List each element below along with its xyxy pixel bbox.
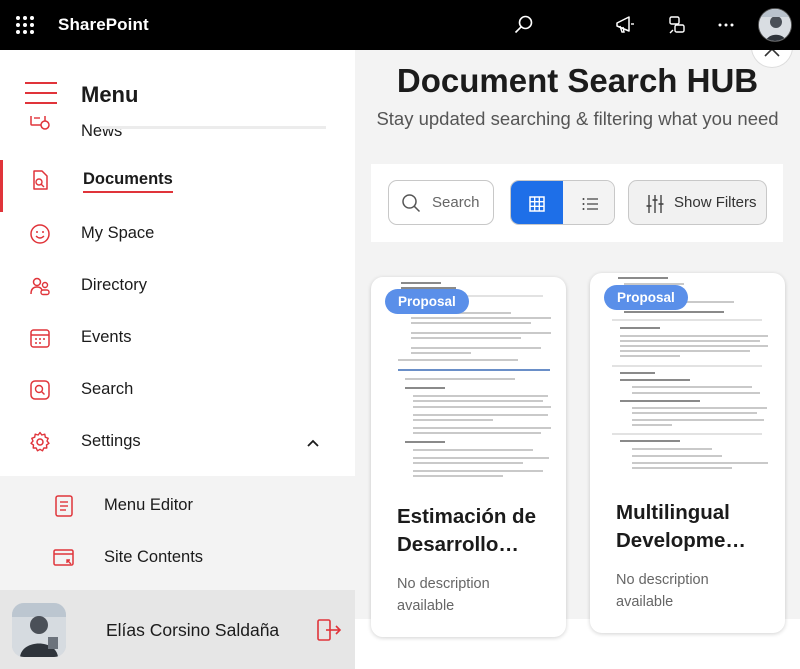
document-description: No description available bbox=[616, 572, 709, 610]
search-icon bbox=[402, 194, 421, 213]
documents-search-icon bbox=[33, 170, 48, 190]
list-icon bbox=[582, 197, 598, 210]
nav-item-events[interactable]: Events bbox=[0, 314, 355, 364]
brand-name[interactable]: SharePoint bbox=[58, 15, 149, 35]
megaphone-icon[interactable] bbox=[612, 12, 638, 38]
news-icon bbox=[30, 116, 50, 130]
search-icon bbox=[30, 380, 50, 400]
divider bbox=[100, 126, 326, 129]
app-launcher-icon[interactable] bbox=[16, 16, 34, 34]
people-icon bbox=[30, 277, 50, 296]
document-type-badge: Proposal bbox=[385, 289, 469, 314]
nav-item-label: My Space bbox=[81, 224, 155, 242]
view-toggle bbox=[510, 180, 615, 225]
calendar-icon bbox=[30, 329, 50, 348]
nav-item-directory[interactable]: Directory bbox=[0, 262, 355, 312]
document-card[interactable]: Proposal Multilingual Developme… No desc… bbox=[590, 273, 785, 633]
nav-item-label: Settings bbox=[81, 432, 141, 450]
nav-item-label: Directory bbox=[81, 276, 148, 294]
active-indicator bbox=[0, 160, 3, 212]
search-placeholder: Search bbox=[432, 194, 480, 211]
submenu-item-label: Menu Editor bbox=[104, 496, 193, 514]
page-subtitle: Stay updated searching & filtering what … bbox=[376, 108, 779, 129]
search-toolbar: Search Show Filters bbox=[371, 164, 783, 242]
main-content: Document Search HUB Stay updated searchi… bbox=[355, 50, 800, 669]
chevron-up-icon[interactable] bbox=[306, 438, 320, 448]
submenu-item-menu-editor[interactable]: Menu Editor bbox=[0, 482, 355, 532]
list-view-button[interactable] bbox=[563, 181, 614, 224]
settings-submenu: Menu Editor Site Contents bbox=[0, 476, 355, 590]
sign-out-icon[interactable] bbox=[316, 617, 342, 643]
top-bar: SharePoint bbox=[0, 0, 800, 50]
nav-item-label: Events bbox=[81, 328, 132, 346]
chevron-up-icon bbox=[764, 50, 780, 57]
document-description: No description available bbox=[397, 576, 490, 614]
document-edit-icon bbox=[55, 495, 73, 517]
grid-view-button[interactable] bbox=[511, 181, 563, 224]
page-title: Document Search HUB bbox=[396, 62, 759, 99]
menu-toggle-icon[interactable] bbox=[25, 82, 57, 104]
feedback-icon[interactable] bbox=[664, 12, 690, 38]
site-contents-icon bbox=[53, 549, 74, 566]
user-name: Elías Corsino Saldaña bbox=[106, 620, 280, 640]
more-icon[interactable] bbox=[713, 12, 739, 38]
nav-item-label: Documents bbox=[83, 170, 173, 193]
user-profile-bar: Elías Corsino Saldaña bbox=[0, 590, 355, 669]
user-avatar[interactable] bbox=[12, 603, 66, 657]
show-filters-label: Show Filters bbox=[674, 194, 757, 211]
side-navigation: Menu News Documents My Space Directory E… bbox=[0, 50, 355, 669]
document-title[interactable]: Multilingual Developme… bbox=[616, 499, 776, 555]
nav-item-label: News bbox=[81, 122, 123, 140]
account-avatar[interactable] bbox=[758, 8, 792, 42]
submenu-item-label: Site Contents bbox=[104, 548, 204, 566]
document-type-badge: Proposal bbox=[604, 285, 688, 310]
smile-icon bbox=[30, 224, 50, 244]
nav-item-documents[interactable]: Documents bbox=[0, 156, 355, 212]
show-filters-button[interactable]: Show Filters bbox=[628, 180, 767, 225]
nav-item-my-space[interactable]: My Space bbox=[0, 210, 355, 260]
submenu-item-site-contents[interactable]: Site Contents bbox=[0, 534, 355, 584]
search-input[interactable]: Search bbox=[388, 180, 494, 225]
nav-item-settings[interactable]: Settings bbox=[0, 418, 355, 468]
document-title[interactable]: Estimación de Desarrollo… bbox=[397, 503, 557, 559]
menu-title: Menu bbox=[81, 82, 139, 107]
search-icon[interactable] bbox=[511, 12, 537, 38]
nav-item-label: Search bbox=[81, 380, 134, 398]
gear-icon bbox=[30, 431, 50, 452]
nav-item-search[interactable]: Search bbox=[0, 366, 355, 416]
document-card[interactable]: Proposal Estimación de Desarrollo… No de… bbox=[371, 277, 566, 637]
grid-icon bbox=[529, 195, 545, 212]
filter-sliders-icon bbox=[646, 195, 664, 213]
